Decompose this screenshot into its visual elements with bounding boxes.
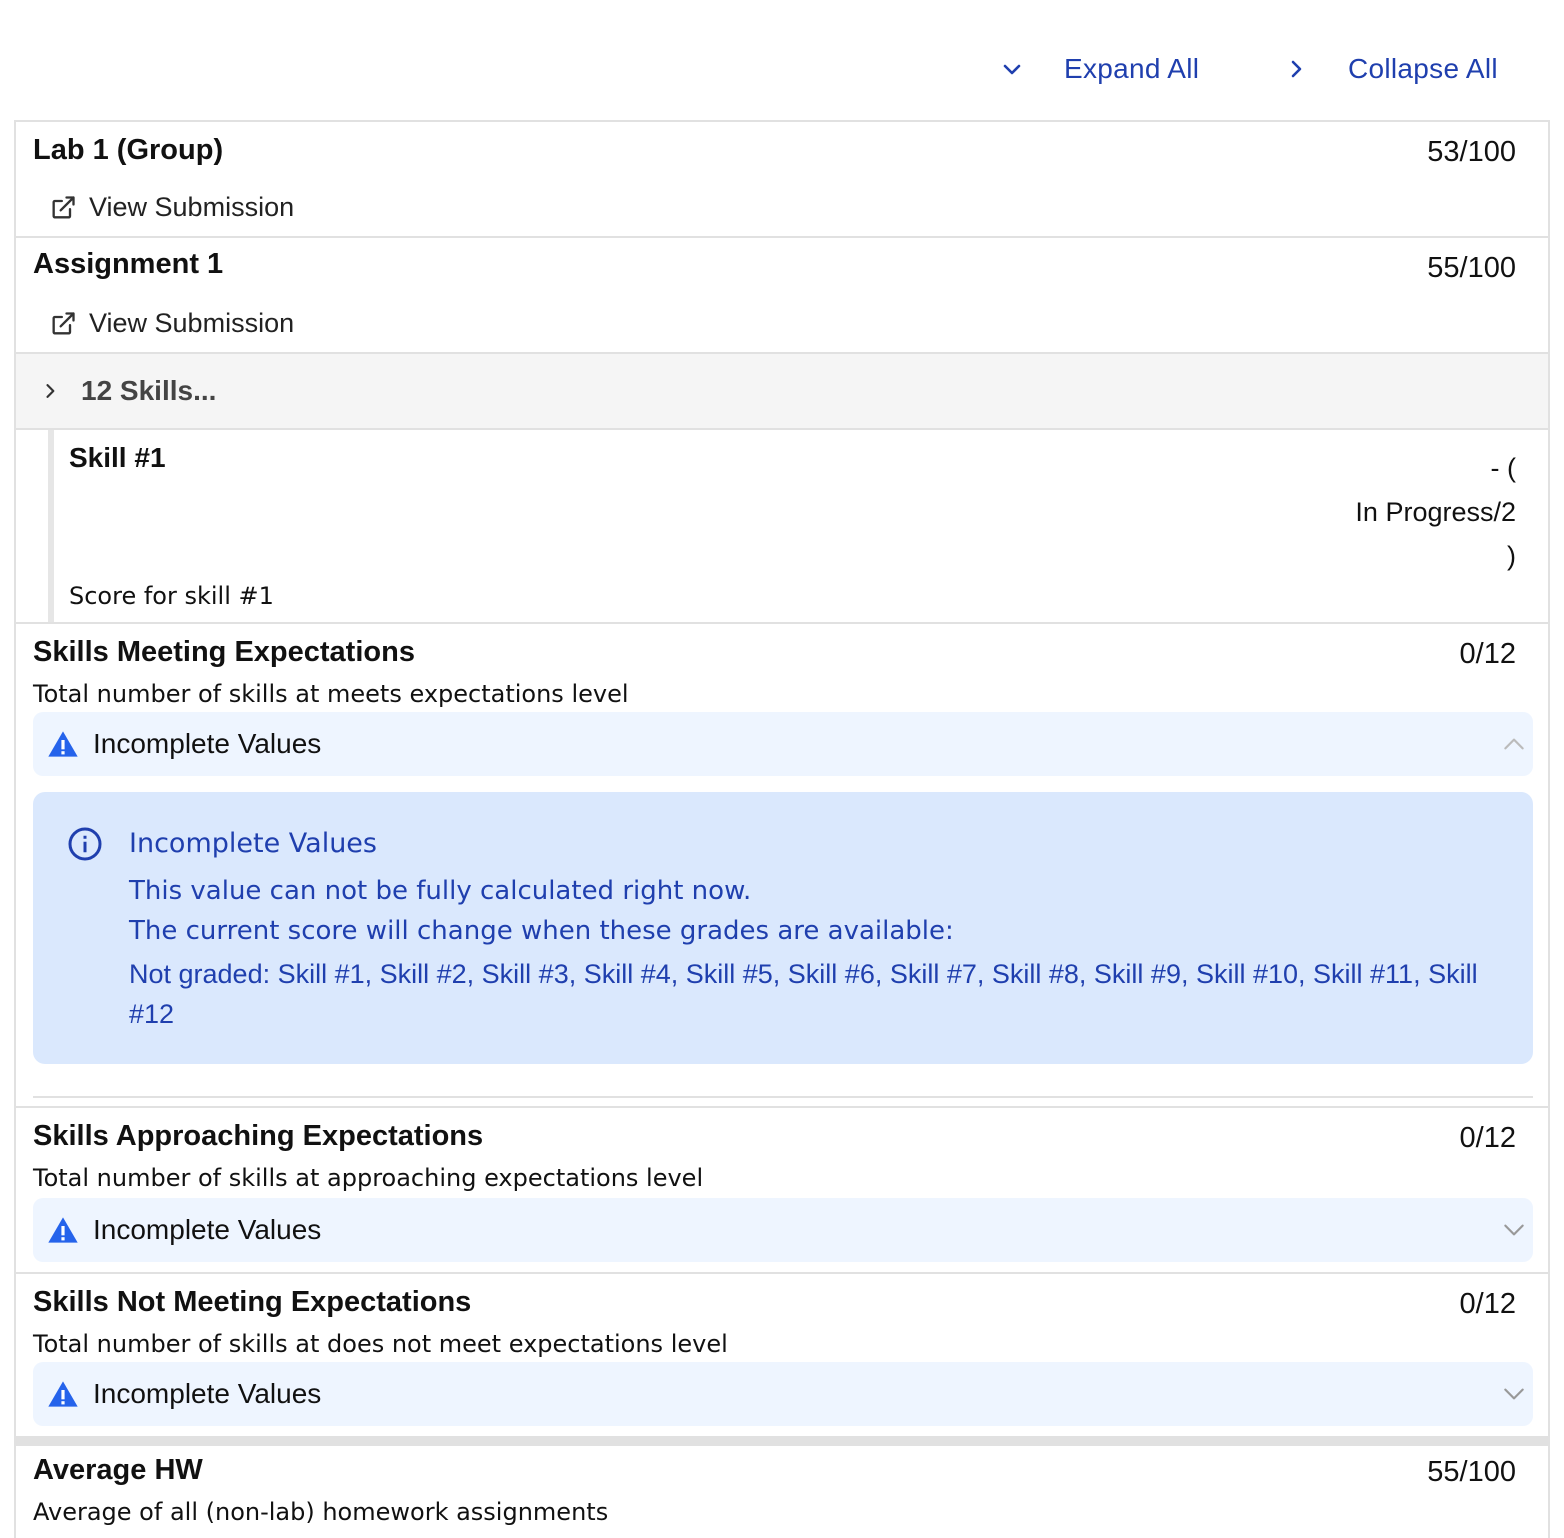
- chevron-right-icon: [1291, 60, 1302, 78]
- grade-row-lab-1: Lab 1 (Group) 53/100 View Submission: [16, 120, 1548, 236]
- incomplete-values-label: Incomplete Values: [93, 1214, 322, 1245]
- chevron-down-icon: [1504, 1388, 1524, 1400]
- item-description: Total number of skills at does not meet …: [33, 1330, 728, 1358]
- warning-triangle-icon: [48, 1217, 78, 1243]
- item-title: Skills Not Meeting Expectations: [33, 1286, 472, 1318]
- skill-row: Skill #1 - ( In Progress/2 ) Score for s…: [16, 428, 1548, 622]
- item-title: Assignment 1: [33, 248, 224, 280]
- info-circle-icon: [68, 827, 102, 861]
- item-title: Average HW: [33, 1454, 203, 1486]
- chevron-right-icon: [46, 384, 55, 398]
- skill-score: - ( In Progress/2 ): [1276, 446, 1516, 578]
- incomplete-values-panel: Incomplete Values This value can not be …: [33, 792, 1533, 1064]
- info-title: Incomplete Values: [129, 828, 377, 859]
- grade-row-skills-approaching: Skills Approaching Expectations 0/12 Tot…: [16, 1106, 1548, 1272]
- item-title: Skills Meeting Expectations: [33, 636, 415, 668]
- item-title: Skills Approaching Expectations: [33, 1120, 484, 1152]
- item-score: 53/100: [1427, 136, 1516, 168]
- chevron-down-icon: [1504, 1224, 1524, 1236]
- expand-all-button[interactable]: Expand All: [1000, 46, 1199, 92]
- toolbar: Expand All Collapse All: [0, 0, 1564, 120]
- not-graded-list: Not graded: Skill #1, Skill #2, Skill #3…: [129, 959, 1478, 1029]
- grade-row-assignment-1: Assignment 1 55/100 View Submission: [16, 236, 1548, 352]
- info-line: This value can not be fully calculated r…: [129, 876, 752, 906]
- grade-row-skills-meeting: Skills Meeting Expectations 0/12 Total n…: [16, 622, 1548, 1106]
- external-link-icon: [52, 311, 75, 334]
- chevron-down-icon: [1003, 64, 1021, 75]
- skill-score-line-2: In Progress/2: [1355, 497, 1516, 527]
- expand-all-label: Expand All: [1064, 53, 1200, 84]
- info-line: The current score will change when these…: [129, 916, 954, 946]
- item-description: Total number of skills at meets expectat…: [33, 680, 629, 708]
- incomplete-values-toggle[interactable]: Incomplete Values: [33, 1362, 1533, 1426]
- view-submission-link[interactable]: View Submission: [49, 308, 294, 339]
- skill-score-line-1: - (: [1490, 453, 1516, 483]
- skills-group-toggle[interactable]: 12 Skills...: [16, 352, 1548, 428]
- item-description: Average of all (non-lab) homework assign…: [33, 1498, 609, 1526]
- skill-description: Score for skill #1: [69, 582, 274, 610]
- skill-title: Skill #1: [69, 442, 166, 473]
- item-score: 0/12: [1459, 1288, 1516, 1320]
- item-score: 0/12: [1459, 638, 1516, 670]
- item-score: 0/12: [1459, 1122, 1516, 1154]
- view-submission-label: View Submission: [89, 192, 295, 222]
- external-link-icon: [52, 195, 75, 218]
- item-score: 55/100: [1427, 252, 1516, 284]
- grade-row-average-hw: Average HW 55/100 Average of all (non-la…: [16, 1436, 1548, 1538]
- item-score: 55/100: [1427, 1456, 1516, 1488]
- warning-triangle-icon: [48, 1381, 78, 1407]
- item-title: Lab 1 (Group): [33, 134, 224, 166]
- skills-group-label: 12 Skills...: [81, 375, 217, 406]
- view-submission-link[interactable]: View Submission: [49, 192, 294, 223]
- grade-row-skills-not-meeting: Skills Not Meeting Expectations 0/12 Tot…: [16, 1272, 1548, 1436]
- view-submission-label: View Submission: [89, 308, 295, 338]
- nesting-indicator: [48, 430, 54, 622]
- collapse-all-label: Collapse All: [1348, 53, 1498, 84]
- divider: [33, 1096, 1533, 1098]
- grade-list: Lab 1 (Group) 53/100 View Submission Ass…: [14, 120, 1550, 1538]
- item-description: Total number of skills at approaching ex…: [33, 1164, 704, 1192]
- incomplete-values-toggle[interactable]: Incomplete Values: [33, 1198, 1533, 1262]
- incomplete-values-toggle[interactable]: Incomplete Values: [33, 712, 1533, 776]
- incomplete-values-label: Incomplete Values: [93, 728, 322, 759]
- collapse-all-button[interactable]: Collapse All: [1284, 46, 1498, 92]
- skill-score-line-3: ): [1507, 541, 1516, 571]
- warning-triangle-icon: [48, 731, 78, 757]
- incomplete-values-label: Incomplete Values: [93, 1378, 322, 1409]
- chevron-up-icon: [1504, 738, 1524, 750]
